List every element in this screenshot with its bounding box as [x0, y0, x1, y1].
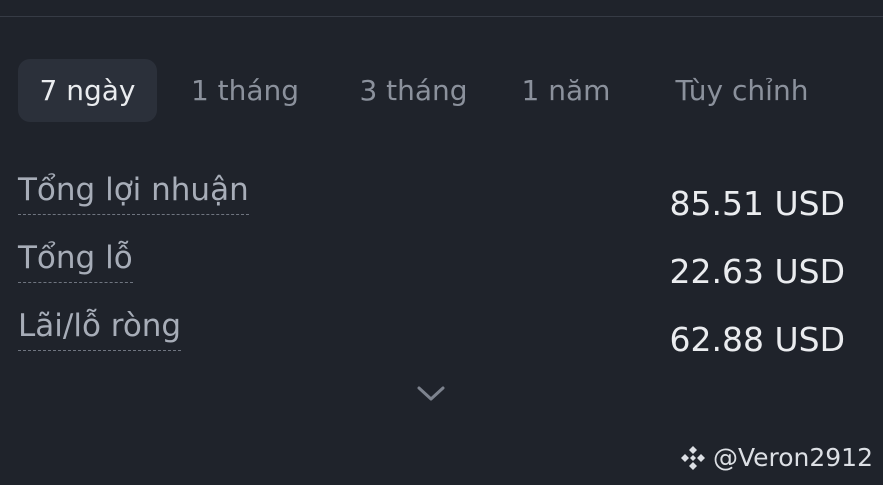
tab-3-months[interactable]: 3 tháng	[329, 59, 498, 122]
tab-custom[interactable]: Tùy chỉnh	[634, 59, 850, 122]
tab-7-days[interactable]: 7 ngày	[18, 59, 157, 122]
total-profit-value: 85.51 USD	[669, 184, 845, 223]
total-loss-label[interactable]: Tổng lỗ	[18, 238, 133, 283]
stat-row-total-profit: Tổng lợi nhuận 85.51 USD	[18, 170, 845, 238]
total-profit-label[interactable]: Tổng lợi nhuận	[18, 170, 249, 215]
net-pnl-value: 62.88 USD	[669, 320, 845, 359]
chevron-down-icon[interactable]	[415, 380, 447, 406]
tab-1-year[interactable]: 1 năm	[498, 59, 634, 122]
binance-logo-icon	[680, 445, 705, 470]
period-tabs: 7 ngày 1 tháng 3 tháng 1 năm Tùy chỉnh	[18, 59, 850, 122]
total-loss-value: 22.63 USD	[669, 252, 845, 291]
watermark-handle: @Veron2912	[712, 443, 873, 472]
tab-1-month[interactable]: 1 tháng	[161, 59, 329, 122]
stat-row-net-pnl: Lãi/lỗ ròng 62.88 USD	[18, 306, 845, 374]
pnl-stats: Tổng lợi nhuận 85.51 USD Tổng lỗ 22.63 U…	[18, 170, 845, 374]
watermark: @Veron2912	[679, 443, 873, 472]
stat-row-total-loss: Tổng lỗ 22.63 USD	[18, 238, 845, 306]
net-pnl-label[interactable]: Lãi/lỗ ròng	[18, 306, 182, 351]
top-divider	[0, 16, 883, 17]
pnl-panel: 7 ngày 1 tháng 3 tháng 1 năm Tùy chỉnh T…	[0, 0, 883, 485]
